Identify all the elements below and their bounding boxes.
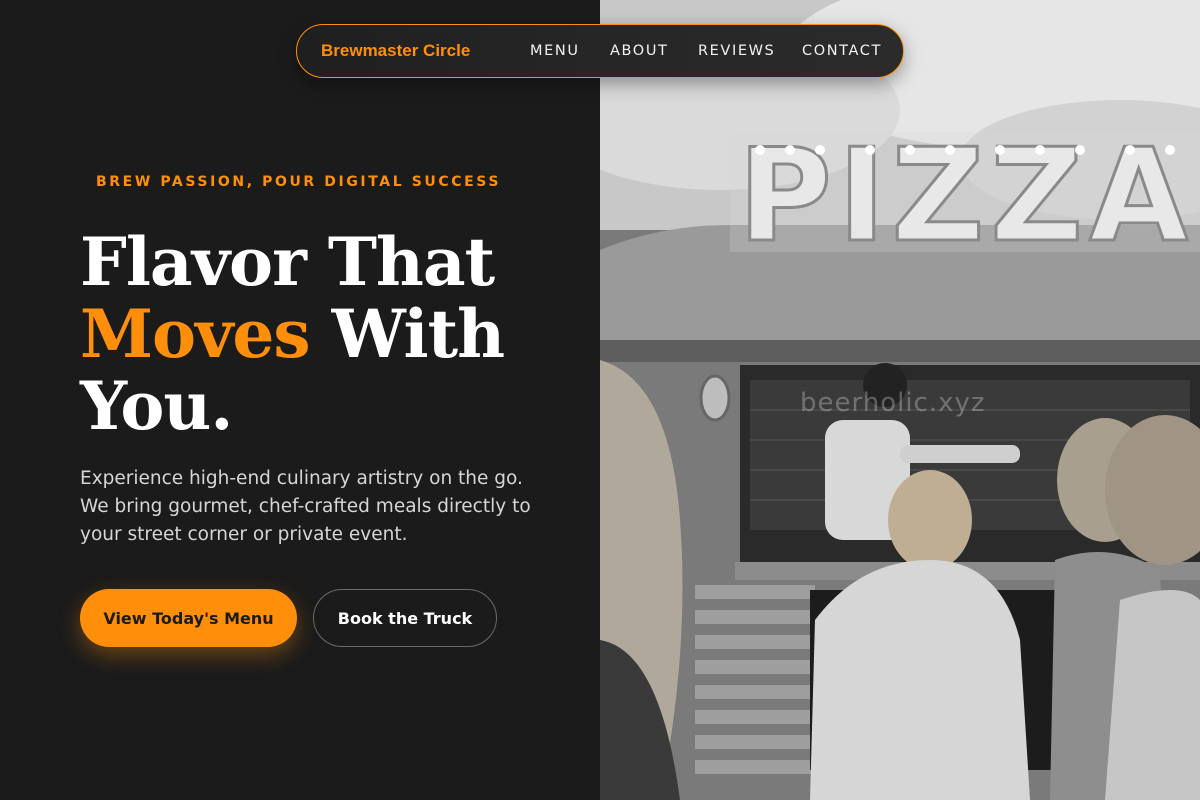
nav-link-menu[interactable]: MENU: [530, 43, 580, 59]
hero-headline: Flavor That Moves With You.: [80, 226, 580, 442]
headline-line-1: Flavor That: [80, 223, 495, 301]
hero-description: Experience high-end culinary artistry on…: [80, 468, 531, 545]
headline-line-2: With: [331, 295, 506, 373]
top-navigation: Brewmaster Circle MENU ABOUT REVIEWS CON…: [296, 24, 904, 78]
pizza-sign: PIZZA: [738, 122, 1194, 271]
book-truck-button[interactable]: Book the Truck: [313, 589, 497, 647]
view-menu-button[interactable]: View Today's Menu: [80, 589, 297, 647]
headline-line-3: You.: [80, 367, 233, 445]
brand-logo[interactable]: Brewmaster Circle: [321, 41, 470, 61]
hero-kicker: BREW PASSION, POUR DIGITAL SUCCESS: [96, 174, 502, 190]
nav-link-contact[interactable]: CONTACT: [802, 43, 882, 59]
nav-link-reviews[interactable]: REVIEWS: [698, 43, 775, 59]
headline-accent: Moves: [80, 295, 311, 373]
nav-link-about[interactable]: ABOUT: [610, 43, 669, 59]
watermark: beerholic.xyz: [800, 388, 986, 418]
